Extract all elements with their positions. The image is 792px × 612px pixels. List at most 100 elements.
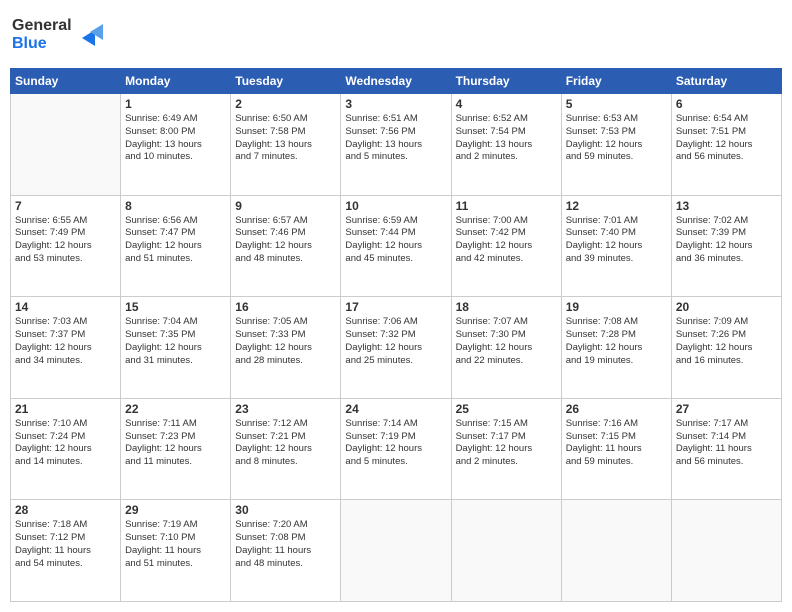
cell-info: Sunrise: 7:18 AMSunset: 7:12 PMDaylight:… xyxy=(15,519,116,570)
cell-info: Sunrise: 7:03 AMSunset: 7:37 PMDaylight:… xyxy=(15,316,116,367)
cell-info: Sunrise: 7:11 AMSunset: 7:23 PMDaylight:… xyxy=(125,418,226,469)
calendar-cell-w2d3: 17 Sunrise: 7:06 AMSunset: 7:32 PMDayligh… xyxy=(341,297,451,399)
cell-info: Sunrise: 6:51 AMSunset: 7:56 PMDaylight:… xyxy=(345,113,446,164)
day-number: 1 xyxy=(125,97,226,111)
cell-info: Sunrise: 6:49 AMSunset: 8:00 PMDaylight:… xyxy=(125,113,226,164)
calendar-cell-w4d2: 30Sunrise: 7:20 AMSunset: 7:08 PMDayligh… xyxy=(231,500,341,602)
cell-info: Sunrise: 7:01 AMSunset: 7:40 PMDaylight:… xyxy=(566,215,667,266)
logo-text: General Blue xyxy=(10,10,110,60)
cell-info: Sunrise: 7:12 AMSunset: 7:21 PMDaylight:… xyxy=(235,418,336,469)
calendar-cell-w4d0: 28 Sunrise: 7:18 AMSunset: 7:12 PMDayligh… xyxy=(11,500,121,602)
calendar-cell-w3d4: 25Sunrise: 7:15 AMSunset: 7:17 PMDayligh… xyxy=(451,398,561,500)
day-number: 4 xyxy=(456,97,557,111)
day-number: 27 xyxy=(676,402,777,416)
calendar-cell-w0d0 xyxy=(11,94,121,196)
day-number: 19 xyxy=(566,300,667,314)
calendar-cell-w4d1: 29Sunrise: 7:19 AMSunset: 7:10 PMDayligh… xyxy=(121,500,231,602)
calendar-cell-w0d3: 3 Sunrise: 6:51 AMSunset: 7:56 PMDaylight… xyxy=(341,94,451,196)
cell-info: Sunrise: 6:57 AMSunset: 7:46 PMDaylight:… xyxy=(235,215,336,266)
cell-info: Sunrise: 7:08 AMSunset: 7:28 PMDaylight:… xyxy=(566,316,667,367)
cell-info: Sunrise: 6:54 AMSunset: 7:51 PMDaylight:… xyxy=(676,113,777,164)
calendar-cell-w2d4: 18 Sunrise: 7:07 AMSunset: 7:30 PMDayligh… xyxy=(451,297,561,399)
calendar-cell-w0d1: 1 Sunrise: 6:49 AMSunset: 8:00 PMDaylight… xyxy=(121,94,231,196)
calendar-cell-w0d2: 2 Sunrise: 6:50 AMSunset: 7:58 PMDaylight… xyxy=(231,94,341,196)
day-number: 14 xyxy=(15,300,116,314)
cell-info: Sunrise: 6:55 AMSunset: 7:49 PMDaylight:… xyxy=(15,215,116,266)
col-friday: Friday xyxy=(561,69,671,94)
calendar-cell-w0d4: 4Sunrise: 6:52 AMSunset: 7:54 PMDaylight… xyxy=(451,94,561,196)
calendar-cell-w2d0: 14 Sunrise: 7:03 AMSunset: 7:37 PMDayligh… xyxy=(11,297,121,399)
cell-info: Sunrise: 7:04 AMSunset: 7:35 PMDaylight:… xyxy=(125,316,226,367)
calendar-cell-w3d1: 22 Sunrise: 7:11 AMSunset: 7:23 PMDayligh… xyxy=(121,398,231,500)
calendar-cell-w1d1: 8 Sunrise: 6:56 AMSunset: 7:47 PMDaylight… xyxy=(121,195,231,297)
day-number: 20 xyxy=(676,300,777,314)
day-number: 11 xyxy=(456,199,557,213)
calendar-cell-w4d5 xyxy=(561,500,671,602)
calendar-cell-w2d2: 16 Sunrise: 7:05 AMSunset: 7:33 PMDayligh… xyxy=(231,297,341,399)
day-number: 28 xyxy=(15,503,116,517)
day-number: 24 xyxy=(345,402,446,416)
calendar-cell-w1d3: 10Sunrise: 6:59 AMSunset: 7:44 PMDayligh… xyxy=(341,195,451,297)
cell-info: Sunrise: 7:00 AMSunset: 7:42 PMDaylight:… xyxy=(456,215,557,266)
cell-info: Sunrise: 7:07 AMSunset: 7:30 PMDaylight:… xyxy=(456,316,557,367)
day-number: 22 xyxy=(125,402,226,416)
calendar-cell-w0d5: 5Sunrise: 6:53 AMSunset: 7:53 PMDaylight… xyxy=(561,94,671,196)
calendar-cell-w3d0: 21Sunrise: 7:10 AMSunset: 7:24 PMDayligh… xyxy=(11,398,121,500)
day-number: 17 xyxy=(345,300,446,314)
calendar-cell-w3d2: 23 Sunrise: 7:12 AMSunset: 7:21 PMDayligh… xyxy=(231,398,341,500)
cell-info: Sunrise: 7:16 AMSunset: 7:15 PMDaylight:… xyxy=(566,418,667,469)
cell-info: Sunrise: 7:06 AMSunset: 7:32 PMDaylight:… xyxy=(345,316,446,367)
cell-info: Sunrise: 6:56 AMSunset: 7:47 PMDaylight:… xyxy=(125,215,226,266)
col-tuesday: Tuesday xyxy=(231,69,341,94)
day-number: 12 xyxy=(566,199,667,213)
day-number: 13 xyxy=(676,199,777,213)
cell-info: Sunrise: 6:53 AMSunset: 7:53 PMDaylight:… xyxy=(566,113,667,164)
cell-info: Sunrise: 7:05 AMSunset: 7:33 PMDaylight:… xyxy=(235,316,336,367)
day-number: 16 xyxy=(235,300,336,314)
day-number: 18 xyxy=(456,300,557,314)
calendar-cell-w1d0: 7 Sunrise: 6:55 AMSunset: 7:49 PMDaylight… xyxy=(11,195,121,297)
calendar-cell-w4d6 xyxy=(671,500,781,602)
day-number: 26 xyxy=(566,402,667,416)
calendar-cell-w1d5: 12 Sunrise: 7:01 AMSunset: 7:40 PMDayligh… xyxy=(561,195,671,297)
calendar-cell-w0d6: 6Sunrise: 6:54 AMSunset: 7:51 PMDaylight… xyxy=(671,94,781,196)
cell-info: Sunrise: 7:10 AMSunset: 7:24 PMDaylight:… xyxy=(15,418,116,469)
day-number: 3 xyxy=(345,97,446,111)
col-wednesday: Wednesday xyxy=(341,69,451,94)
week-row-2: 14 Sunrise: 7:03 AMSunset: 7:37 PMDayligh… xyxy=(11,297,782,399)
logo: General Blue xyxy=(10,10,110,60)
week-row-1: 7 Sunrise: 6:55 AMSunset: 7:49 PMDaylight… xyxy=(11,195,782,297)
calendar-cell-w4d3 xyxy=(341,500,451,602)
calendar-cell-w2d1: 15 Sunrise: 7:04 AMSunset: 7:35 PMDayligh… xyxy=(121,297,231,399)
col-thursday: Thursday xyxy=(451,69,561,94)
calendar-cell-w1d6: 13 Sunrise: 7:02 AMSunset: 7:39 PMDayligh… xyxy=(671,195,781,297)
cell-info: Sunrise: 7:14 AMSunset: 7:19 PMDaylight:… xyxy=(345,418,446,469)
svg-text:General: General xyxy=(12,17,72,34)
week-row-3: 21Sunrise: 7:10 AMSunset: 7:24 PMDayligh… xyxy=(11,398,782,500)
day-number: 9 xyxy=(235,199,336,213)
cell-info: Sunrise: 7:09 AMSunset: 7:26 PMDaylight:… xyxy=(676,316,777,367)
calendar-table: Sunday Monday Tuesday Wednesday Thursday… xyxy=(10,68,782,602)
week-row-0: 1 Sunrise: 6:49 AMSunset: 8:00 PMDaylight… xyxy=(11,94,782,196)
calendar-cell-w2d5: 19 Sunrise: 7:08 AMSunset: 7:28 PMDayligh… xyxy=(561,297,671,399)
cell-info: Sunrise: 6:50 AMSunset: 7:58 PMDaylight:… xyxy=(235,113,336,164)
col-monday: Monday xyxy=(121,69,231,94)
day-number: 23 xyxy=(235,402,336,416)
day-number: 10 xyxy=(345,199,446,213)
col-sunday: Sunday xyxy=(11,69,121,94)
cell-info: Sunrise: 7:02 AMSunset: 7:39 PMDaylight:… xyxy=(676,215,777,266)
header: General Blue xyxy=(10,10,782,60)
calendar-cell-w3d3: 24 Sunrise: 7:14 AMSunset: 7:19 PMDayligh… xyxy=(341,398,451,500)
day-number: 15 xyxy=(125,300,226,314)
calendar-cell-w3d6: 27 Sunrise: 7:17 AMSunset: 7:14 PMDayligh… xyxy=(671,398,781,500)
day-number: 29 xyxy=(125,503,226,517)
day-number: 8 xyxy=(125,199,226,213)
cell-info: Sunrise: 7:15 AMSunset: 7:17 PMDaylight:… xyxy=(456,418,557,469)
cell-info: Sunrise: 7:20 AMSunset: 7:08 PMDaylight:… xyxy=(235,519,336,570)
day-number: 7 xyxy=(15,199,116,213)
day-number: 2 xyxy=(235,97,336,111)
page: General Blue Sunday Monday Tuesday Wedne… xyxy=(0,0,792,612)
calendar-cell-w4d4 xyxy=(451,500,561,602)
calendar-cell-w1d4: 11 Sunrise: 7:00 AMSunset: 7:42 PMDayligh… xyxy=(451,195,561,297)
cell-info: Sunrise: 7:17 AMSunset: 7:14 PMDaylight:… xyxy=(676,418,777,469)
